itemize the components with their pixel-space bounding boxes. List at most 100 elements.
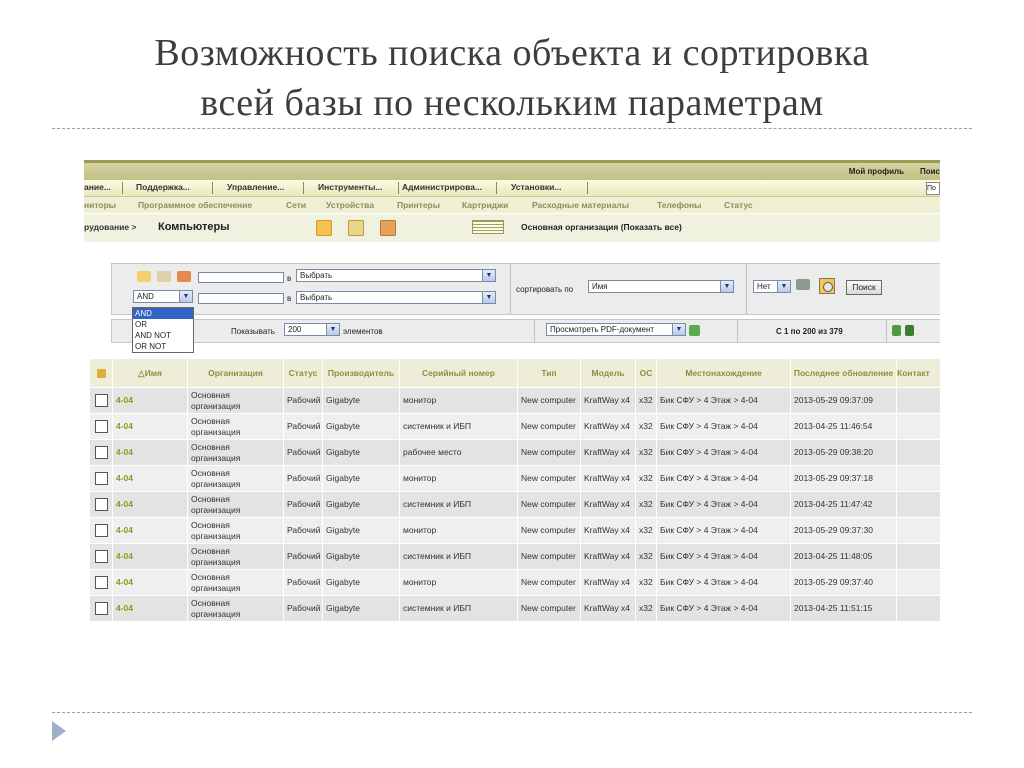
row-checkbox[interactable] bbox=[95, 472, 108, 485]
row-checkbox[interactable] bbox=[95, 576, 108, 589]
chevron-down-icon[interactable]: ▼ bbox=[482, 292, 495, 303]
cell-name[interactable]: 4-04 bbox=[112, 439, 188, 466]
row-checkbox[interactable] bbox=[95, 602, 108, 615]
subnav-item-cartridges[interactable]: Картриджи bbox=[462, 200, 508, 210]
next-page-icon[interactable] bbox=[892, 325, 901, 336]
table-row[interactable]: 4-04 Основная организация Рабочий Gigabyte м… bbox=[89, 517, 940, 544]
column-header-manufacturer[interactable]: Производитель bbox=[322, 358, 400, 388]
sort-order-select[interactable]: Нет ▼ bbox=[753, 280, 791, 293]
chevron-down-icon[interactable]: ▼ bbox=[482, 270, 495, 281]
menu-item-administration[interactable]: Администрирова... bbox=[402, 182, 482, 192]
column-header-model[interactable]: Модель bbox=[580, 358, 636, 388]
export-go-icon[interactable] bbox=[689, 325, 700, 336]
subnav-item-networks[interactable]: Сети bbox=[286, 200, 306, 210]
list-view-icon[interactable] bbox=[472, 220, 504, 234]
logic-option-and[interactable]: AND bbox=[133, 308, 193, 319]
column-header-type[interactable]: Тип bbox=[517, 358, 581, 388]
menu-item-equipment[interactable]: ание... bbox=[84, 182, 111, 192]
menu-item-settings[interactable]: Установки... bbox=[511, 182, 562, 192]
search-button[interactable]: Поиск bbox=[846, 280, 882, 295]
column-header-last-update[interactable]: Последнее обновление bbox=[790, 358, 897, 388]
cell-os: x32 bbox=[635, 595, 657, 622]
cell-name[interactable]: 4-04 bbox=[112, 387, 188, 414]
criterion-text-input-1[interactable] bbox=[198, 272, 284, 283]
breadcrumb-bar: рудование > Компьютеры Основная организа… bbox=[84, 214, 940, 242]
last-page-icon[interactable] bbox=[905, 325, 914, 336]
cell-name[interactable]: 4-04 bbox=[112, 465, 188, 492]
logic-option-and-not[interactable]: AND NOT bbox=[133, 330, 193, 341]
row-checkbox[interactable] bbox=[95, 524, 108, 537]
chevron-down-icon[interactable]: ▼ bbox=[777, 281, 790, 292]
table-row[interactable]: 4-04 Основная организация Рабочий Gigabyte м… bbox=[89, 387, 940, 414]
sort-field-select[interactable]: Имя ▼ bbox=[588, 280, 734, 293]
subnav-item-software[interactable]: Программное обеспечение bbox=[138, 200, 252, 210]
table-row[interactable]: 4-04 Основная организация Рабочий Gigabyte с… bbox=[89, 491, 940, 518]
field-select-2[interactable]: Выбрать ▼ bbox=[296, 291, 496, 304]
cell-status: Рабочий bbox=[283, 465, 323, 492]
organization-link[interactable]: Основная организация (Показать все) bbox=[521, 222, 682, 232]
cell-name[interactable]: 4-04 bbox=[112, 413, 188, 440]
search-icon[interactable] bbox=[348, 220, 364, 236]
row-checkbox[interactable] bbox=[95, 420, 108, 433]
cell-maker: Gigabyte bbox=[322, 439, 400, 466]
criterion-text-input-2[interactable] bbox=[198, 293, 284, 304]
reset-icon[interactable] bbox=[819, 278, 835, 294]
menu-item-management[interactable]: Управление... bbox=[227, 182, 284, 192]
select-all-header[interactable] bbox=[89, 358, 113, 388]
cell-org: Основная организация bbox=[187, 439, 284, 466]
remove-criterion-icon[interactable] bbox=[157, 271, 171, 282]
export-select[interactable]: Просмотреть PDF-документ ▼ bbox=[546, 323, 686, 336]
table-row[interactable]: 4-04 Основная организация Рабочий Gigabyte м… bbox=[89, 465, 940, 492]
cell-name[interactable]: 4-04 bbox=[112, 543, 188, 570]
subnav-item-phones[interactable]: Телефоны bbox=[657, 200, 701, 210]
field-select-1[interactable]: Выбрать ▼ bbox=[296, 269, 496, 282]
page-size-select[interactable]: 200 ▼ bbox=[284, 323, 340, 336]
chevron-down-icon[interactable]: ▼ bbox=[179, 291, 192, 302]
column-header-organization[interactable]: Организация bbox=[187, 358, 284, 388]
logic-option-or-not[interactable]: OR NOT bbox=[133, 341, 193, 352]
menu-separator bbox=[398, 182, 399, 194]
add-criterion-icon[interactable] bbox=[137, 271, 151, 282]
template-icon[interactable] bbox=[380, 220, 396, 236]
table-row[interactable]: 4-04 Основная организация Рабочий Gigabyte с… bbox=[89, 543, 940, 570]
subnav-item-consumables[interactable]: Расходные материалы bbox=[532, 200, 629, 210]
menu-search-input[interactable]: По bbox=[926, 182, 940, 195]
column-header-os[interactable]: ОС bbox=[635, 358, 657, 388]
chevron-down-icon[interactable]: ▼ bbox=[326, 324, 339, 335]
add-icon[interactable] bbox=[316, 220, 332, 236]
table-row[interactable]: 4-04 Основная организация Рабочий Gigabyte с… bbox=[89, 413, 940, 440]
column-header-status[interactable]: Статус bbox=[283, 358, 323, 388]
subnav-item-devices[interactable]: Устройства bbox=[326, 200, 374, 210]
breadcrumb[interactable]: рудование > bbox=[84, 222, 136, 232]
row-checkbox[interactable] bbox=[95, 550, 108, 563]
cell-name[interactable]: 4-04 bbox=[112, 491, 188, 518]
menu-item-support[interactable]: Поддержка... bbox=[136, 182, 190, 192]
menu-item-tools[interactable]: Инструменты... bbox=[318, 182, 383, 192]
logic-operator-select[interactable]: AND ▼ bbox=[133, 290, 193, 303]
chevron-down-icon[interactable]: ▼ bbox=[720, 281, 733, 292]
my-profile-link[interactable]: Мой профиль bbox=[849, 167, 904, 176]
table-row[interactable]: 4-04 Основная организация Рабочий Gigabyte р… bbox=[89, 439, 940, 466]
cell-name[interactable]: 4-04 bbox=[112, 569, 188, 596]
connect-icon[interactable] bbox=[796, 279, 810, 290]
cell-name[interactable]: 4-04 bbox=[112, 517, 188, 544]
chevron-down-icon[interactable]: ▼ bbox=[672, 324, 685, 335]
cell-type: New computer bbox=[517, 387, 581, 414]
column-header-serial[interactable]: Серийный номер bbox=[399, 358, 518, 388]
column-header-location[interactable]: Местонахождение bbox=[656, 358, 791, 388]
row-checkbox[interactable] bbox=[95, 498, 108, 511]
logic-option-or[interactable]: OR bbox=[133, 319, 193, 330]
table-row[interactable]: 4-04 Основная организация Рабочий Gigabyte м… bbox=[89, 569, 940, 596]
row-checkbox[interactable] bbox=[95, 394, 108, 407]
table-row[interactable]: 4-04 Основная организация Рабочий Gigabyte с… bbox=[89, 595, 940, 622]
cell-name[interactable]: 4-04 bbox=[112, 595, 188, 622]
column-header-contact[interactable]: Контакт bbox=[896, 358, 940, 388]
subnav-item-printers[interactable]: Принтеры bbox=[397, 200, 440, 210]
cell-type: New computer bbox=[517, 543, 581, 570]
column-header-name[interactable]: △Имя bbox=[112, 358, 188, 388]
global-search-icon[interactable] bbox=[177, 271, 191, 282]
subnav-item-status[interactable]: Статус bbox=[724, 200, 753, 210]
slide-nav-triangle-icon[interactable] bbox=[52, 721, 66, 741]
subnav-item-monitors[interactable]: ниторы bbox=[84, 200, 116, 210]
row-checkbox[interactable] bbox=[95, 446, 108, 459]
